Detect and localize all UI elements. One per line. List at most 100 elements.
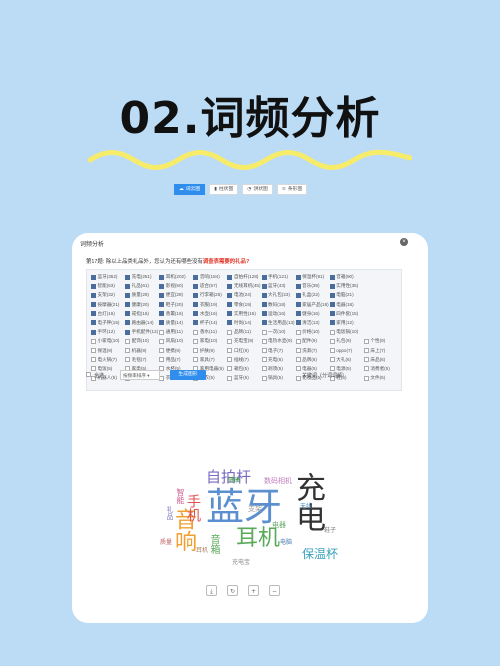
word-checkbox[interactable] xyxy=(125,357,131,363)
word-checkbox[interactable] xyxy=(329,311,335,317)
word-checkbox[interactable] xyxy=(329,292,335,298)
word-option[interactable]: 衣服(19) xyxy=(193,302,226,308)
word-option[interactable]: 健康(20) xyxy=(125,302,158,308)
word-option[interactable]: 支架(32) xyxy=(91,292,124,298)
word-checkbox[interactable] xyxy=(125,274,131,280)
word-option[interactable]: 一次(10) xyxy=(261,329,295,335)
word-option[interactable]: 音响(184) xyxy=(193,274,226,280)
word-checkbox[interactable] xyxy=(363,357,369,363)
word-option[interactable]: 礼品(61) xyxy=(125,283,158,289)
generate-button[interactable]: 生成图形 xyxy=(170,370,206,380)
word-option[interactable]: 洗漱(7) xyxy=(295,348,329,354)
word-checkbox[interactable] xyxy=(91,320,96,326)
word-option[interactable]: 生活用品(13) xyxy=(261,320,295,326)
word-option[interactable]: 手机配件(12) xyxy=(125,329,158,335)
word-option[interactable]: 适合(57) xyxy=(193,283,226,289)
word-checkbox[interactable] xyxy=(295,292,301,298)
word-option[interactable]: 便宜(28) xyxy=(159,292,192,298)
word-option[interactable]: 手机(121) xyxy=(261,274,295,280)
word-option[interactable]: 毛毯(7) xyxy=(125,357,158,363)
word-option[interactable]: 个性(9) xyxy=(363,338,397,344)
word-checkbox[interactable] xyxy=(295,329,301,335)
word-option[interactable]: 插线(7) xyxy=(227,357,260,363)
word-option[interactable]: 充电(6) xyxy=(261,357,295,363)
word-option[interactable]: 风扇(10) xyxy=(159,338,192,344)
word-checkbox[interactable] xyxy=(295,338,301,344)
word-option[interactable]: 大礼包(23) xyxy=(261,292,295,298)
word-option[interactable] xyxy=(364,320,397,326)
word-checkbox[interactable] xyxy=(295,274,301,280)
word-checkbox[interactable] xyxy=(261,302,267,308)
word-option[interactable]: 无线耳机(45) xyxy=(227,283,260,289)
word-checkbox[interactable] xyxy=(125,348,131,353)
word-checkbox[interactable] xyxy=(261,357,267,363)
word-option[interactable]: 通用(11) xyxy=(159,329,192,335)
word-option[interactable]: 零食(19) xyxy=(227,302,260,308)
word-option[interactable]: 行李箱(25) xyxy=(193,292,226,298)
word-option[interactable]: 护肤(9) xyxy=(193,348,226,354)
word-checkbox[interactable] xyxy=(227,283,233,289)
word-checkbox[interactable] xyxy=(159,311,165,317)
word-option[interactable]: 大礼(6) xyxy=(329,357,363,363)
word-checkbox[interactable] xyxy=(91,338,96,344)
word-checkbox[interactable] xyxy=(227,311,233,317)
word-checkbox[interactable] xyxy=(329,338,335,344)
word-option[interactable]: 智能(63) xyxy=(91,283,124,289)
word-option[interactable]: 电子秤(15) xyxy=(91,320,124,326)
word-option[interactable]: 配件(9) xyxy=(295,338,329,344)
word-checkbox[interactable] xyxy=(125,320,131,326)
word-option[interactable]: 品牌(11) xyxy=(227,329,260,335)
word-option[interactable]: 床品(6) xyxy=(363,357,397,363)
word-option[interactable] xyxy=(364,292,397,298)
word-checkbox[interactable] xyxy=(261,292,267,298)
word-option[interactable] xyxy=(364,329,397,335)
word-option[interactable]: 机器(9) xyxy=(125,348,158,354)
word-checkbox[interactable] xyxy=(227,302,233,308)
word-option[interactable]: 戒指(16) xyxy=(125,311,158,317)
word-checkbox[interactable] xyxy=(91,283,96,289)
word-option[interactable]: 礼包(9) xyxy=(329,338,363,344)
word-checkbox[interactable] xyxy=(193,302,199,308)
word-checkbox[interactable] xyxy=(227,338,233,344)
word-checkbox[interactable] xyxy=(193,329,199,335)
word-option[interactable]: oppo(7) xyxy=(329,348,363,354)
word-option[interactable]: 口红(9) xyxy=(227,348,260,354)
word-checkbox[interactable] xyxy=(295,348,301,353)
refresh-icon[interactable]: ↻ xyxy=(227,585,238,596)
word-option[interactable]: 杯子(14) xyxy=(193,320,226,326)
word-option[interactable]: 时尚(14) xyxy=(227,320,260,326)
word-checkbox[interactable] xyxy=(329,302,335,308)
word-option[interactable]: 四件套(15) xyxy=(329,311,363,317)
word-option[interactable]: 路由器(14) xyxy=(125,320,158,326)
word-checkbox[interactable] xyxy=(227,357,233,363)
word-option[interactable]: 价格(10) xyxy=(295,329,329,335)
word-option[interactable]: 质量(29) xyxy=(125,292,158,298)
word-checkbox[interactable] xyxy=(193,283,199,289)
word-checkbox[interactable] xyxy=(159,292,165,298)
word-option[interactable] xyxy=(364,274,397,280)
word-checkbox[interactable] xyxy=(227,274,233,280)
download-icon[interactable]: ⤓ xyxy=(206,585,217,596)
word-checkbox[interactable] xyxy=(261,274,267,280)
word-option[interactable]: 台灯(16) xyxy=(91,311,124,317)
word-option[interactable]: 便携(9) xyxy=(159,348,192,354)
word-option[interactable]: 充电(251) xyxy=(125,274,158,280)
word-option[interactable] xyxy=(364,311,397,317)
word-checkbox[interactable] xyxy=(193,274,199,280)
word-option[interactable]: 电脑(21) xyxy=(329,292,363,298)
word-checkbox[interactable] xyxy=(193,320,199,326)
word-checkbox[interactable] xyxy=(329,357,335,363)
word-checkbox[interactable] xyxy=(91,311,96,317)
select-all-checkbox[interactable] xyxy=(86,372,91,377)
word-checkbox[interactable] xyxy=(91,302,96,308)
word-option[interactable]: 充电宝(9) xyxy=(227,338,260,344)
word-option[interactable]: 电热水壶(9) xyxy=(261,338,295,344)
word-option[interactable]: 健身(16) xyxy=(295,311,329,317)
word-checkbox[interactable] xyxy=(159,357,165,363)
word-checkbox[interactable] xyxy=(227,348,233,353)
word-option[interactable]: 小家电(10) xyxy=(91,338,124,344)
tab-cloud[interactable]: ☁ 词云图 xyxy=(174,184,206,195)
word-checkbox[interactable] xyxy=(91,357,96,363)
word-option[interactable]: 礼盒(22) xyxy=(295,292,329,298)
word-checkbox[interactable] xyxy=(159,348,165,353)
